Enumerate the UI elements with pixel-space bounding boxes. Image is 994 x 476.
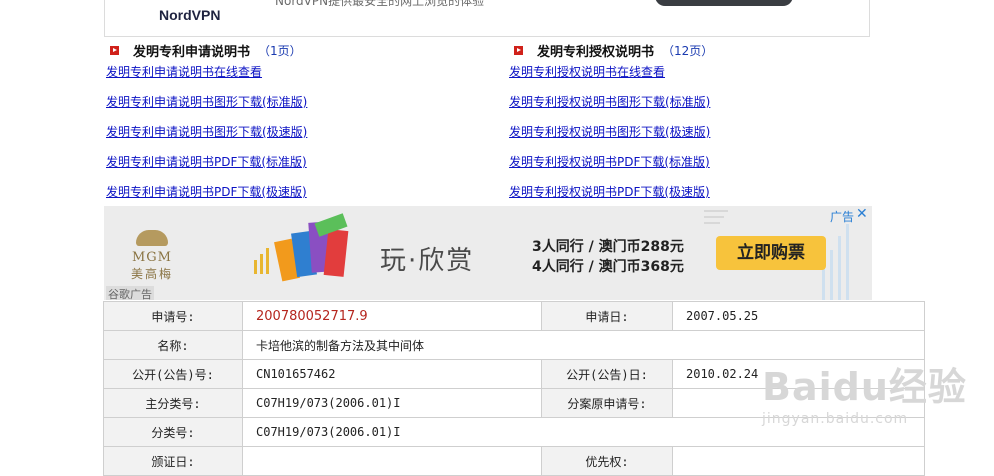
- table-row: 颁证日: 优先权:: [103, 446, 925, 476]
- grant-view-online-link[interactable]: 发明专利授权说明书在线查看: [509, 62, 710, 92]
- field-label: 申请日:: [541, 301, 673, 331]
- watermark-main: Baidu经验: [762, 365, 967, 409]
- banner-offer-2: 4人同行 / 澳门币368元: [532, 259, 684, 275]
- application-image-download-standard-link[interactable]: 发明专利申请说明书图形下载(标准版): [106, 92, 307, 122]
- field-label: 颁证日:: [103, 446, 243, 476]
- ad-label[interactable]: 广告: [830, 208, 854, 225]
- banner-offer-1: 3人同行 / 澳门币288元: [532, 239, 684, 255]
- table-row: 申请号: 200780052717.9 申请日: 2007.05.25: [103, 301, 925, 331]
- buy-ticket-button[interactable]: 立即购票: [716, 236, 826, 270]
- application-view-online-link[interactable]: 发明专利申请说明书在线查看: [106, 62, 307, 92]
- arrow-bullet-icon: [514, 45, 523, 55]
- field-label: 分案原申请号:: [541, 388, 673, 418]
- application-links: 发明专利申请说明书在线查看 发明专利申请说明书图形下载(标准版) 发明专利申请说…: [106, 62, 307, 212]
- grant-image-download-fast-link[interactable]: 发明专利授权说明书图形下载(极速版): [509, 122, 710, 152]
- field-label: 申请号:: [103, 301, 243, 331]
- field-label: 优先权:: [541, 446, 673, 476]
- field-label: 分类号:: [103, 417, 243, 447]
- ad-source-label: 谷歌广告: [106, 286, 154, 300]
- nordvpn-tagline: NordVPN提供最安全的网上浏览的体验: [275, 0, 485, 8]
- grant-section-title: 发明专利授权说明书: [537, 44, 655, 60]
- grant-page-count: （12页）: [662, 43, 714, 58]
- field-label: 主分类号:: [103, 388, 243, 418]
- baidu-jingyan-watermark: Baidu经验 jingyan.baidu.com: [762, 356, 967, 427]
- publication-number-value: CN101657462: [242, 359, 542, 389]
- issue-date-value: [242, 446, 542, 476]
- banner-headline: 玩·欣赏: [380, 246, 475, 276]
- field-label: 公开(公告)日:: [541, 359, 673, 389]
- application-page-count: （1页）: [258, 43, 302, 58]
- arrow-bullet-icon: [110, 45, 119, 55]
- application-date-value: 2007.05.25: [672, 301, 925, 331]
- mgm-banner-ad[interactable]: MGM 美高梅 玩·欣赏 3人同行 / 澳门币288元 4人同行 / 澳门币36…: [104, 206, 872, 300]
- colorful-blocks-art: [254, 213, 349, 282]
- grant-section-header: 发明专利授权说明书 （12页）: [514, 40, 713, 60]
- grant-image-download-standard-link[interactable]: 发明专利授权说明书图形下载(标准版): [509, 92, 710, 122]
- priority-value: [672, 446, 925, 476]
- application-section-header: 发明专利申请说明书 （1页）: [110, 40, 302, 60]
- nordvpn-logo: NordVPN: [159, 7, 221, 23]
- application-image-download-fast-link[interactable]: 发明专利申请说明书图形下载(极速版): [106, 122, 307, 152]
- application-number-value: 200780052717.9: [242, 301, 542, 331]
- application-section-title: 发明专利申请说明书: [133, 44, 251, 60]
- lion-icon: [132, 224, 172, 250]
- main-classification-value: C07H19/073(2006.01)I: [242, 388, 542, 418]
- application-pdf-download-standard-link[interactable]: 发明专利申请说明书PDF下载(标准版): [106, 152, 307, 182]
- grant-links: 发明专利授权说明书在线查看 发明专利授权说明书图形下载(标准版) 发明专利授权说…: [509, 62, 710, 212]
- ad-close-icon[interactable]: ✕: [856, 206, 868, 222]
- field-label: 名称:: [103, 330, 243, 360]
- watermark-url: jingyan.baidu.com: [762, 411, 909, 427]
- top-ad-banner[interactable]: NordVPN NordVPN提供最安全的网上浏览的体验: [104, 0, 870, 37]
- nordvpn-cta-button[interactable]: [655, 0, 793, 6]
- grant-pdf-download-standard-link[interactable]: 发明专利授权说明书PDF下载(标准版): [509, 152, 710, 182]
- field-label: 公开(公告)号:: [103, 359, 243, 389]
- mgm-logo: MGM 美高梅: [124, 224, 180, 282]
